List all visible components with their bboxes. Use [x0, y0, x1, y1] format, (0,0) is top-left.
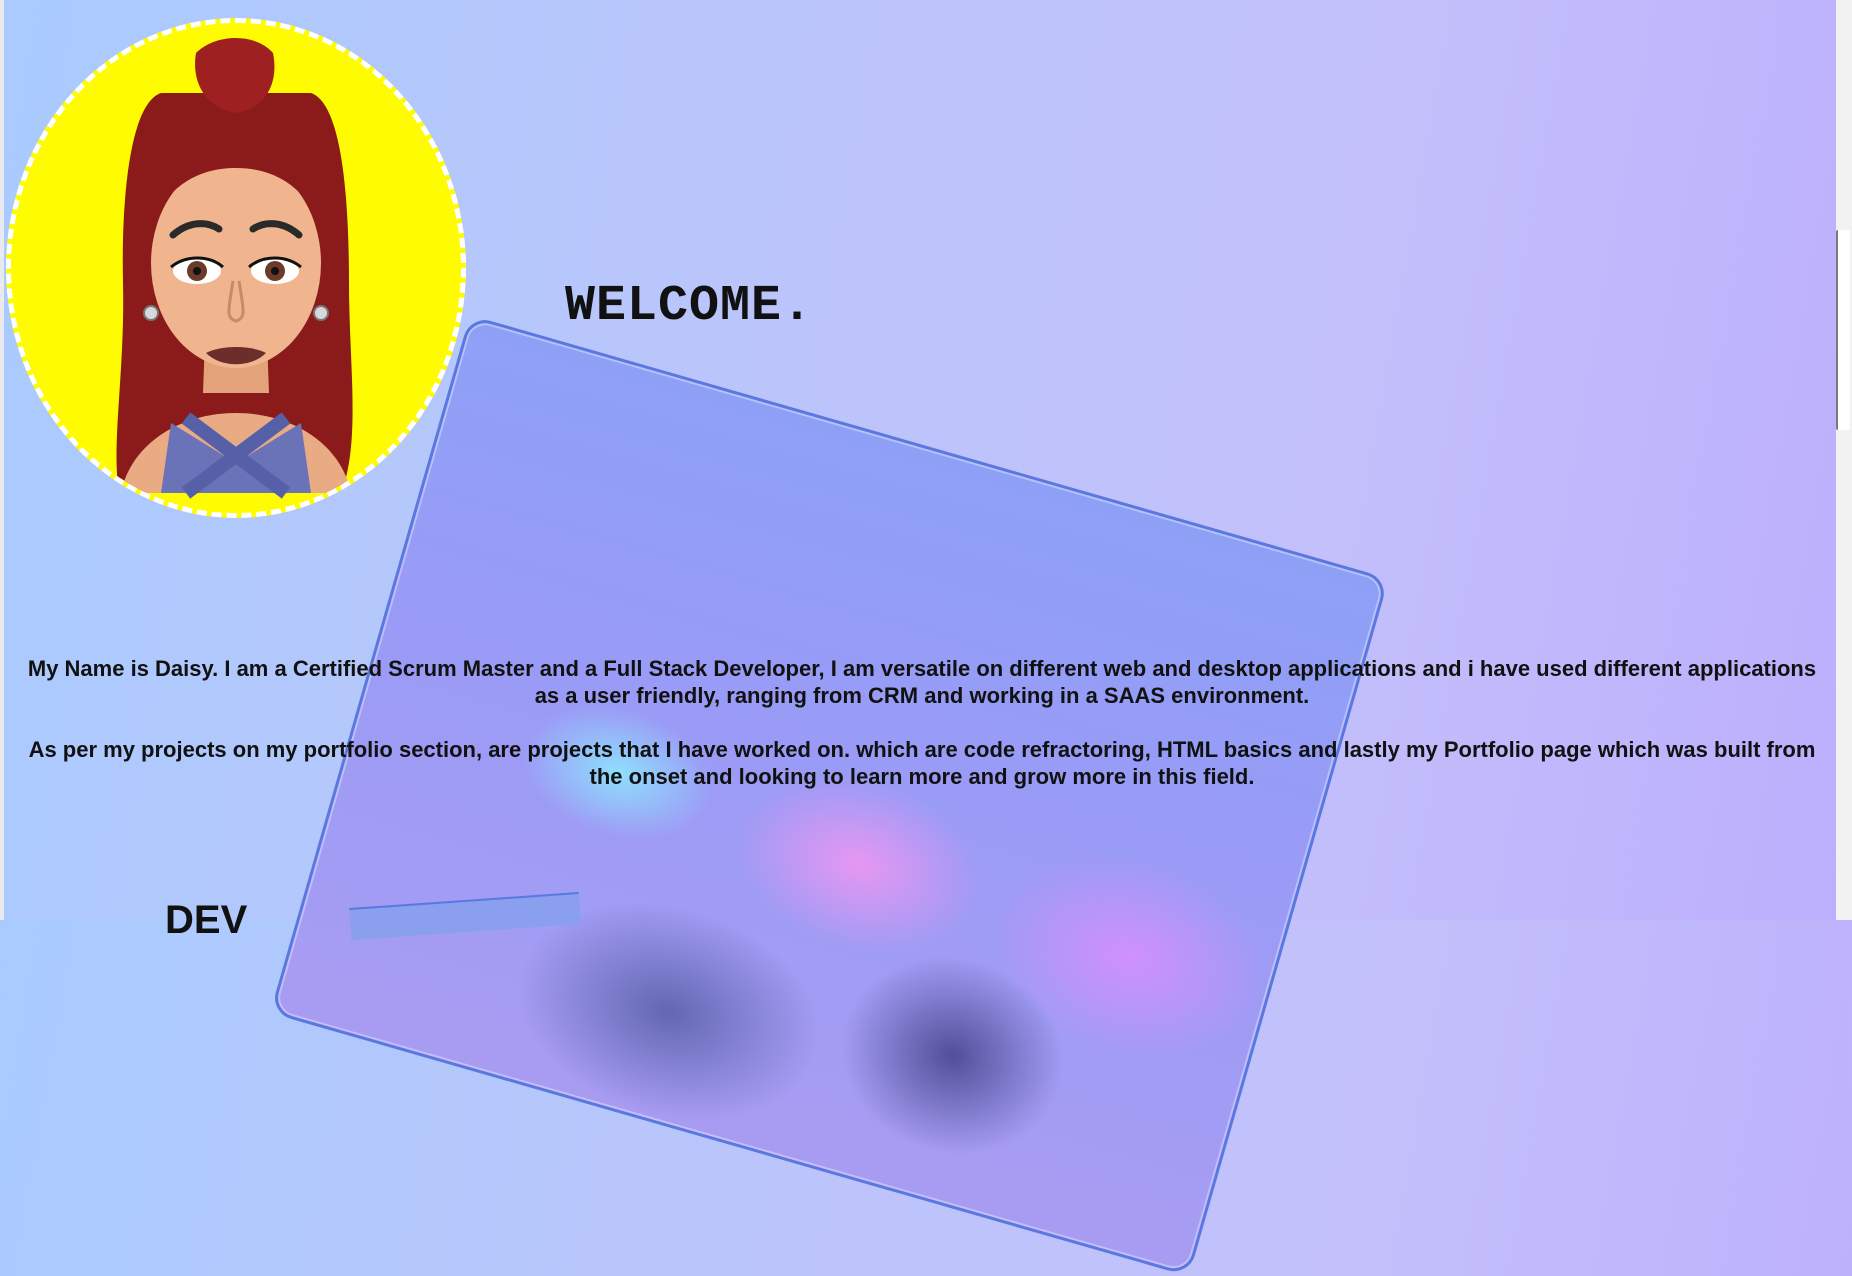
next-section-heading: DEV: [165, 898, 248, 942]
vertical-scrollbar[interactable]: [1836, 0, 1852, 920]
about-paragraph-intro: My Name is Daisy. I am a Certified Scrum…: [27, 656, 1817, 708]
avatar-illustration: [116, 38, 353, 499]
about-paragraph-projects: As per my projects on my portfolio secti…: [28, 737, 1816, 789]
window-left-edge: [0, 0, 4, 920]
welcome-heading: WELCOME.: [565, 278, 814, 335]
scrollbar-thumb[interactable]: [1836, 230, 1850, 430]
about-section: My Name is Daisy. I am a Certified Scrum…: [22, 655, 1822, 817]
avatar: [6, 18, 466, 518]
